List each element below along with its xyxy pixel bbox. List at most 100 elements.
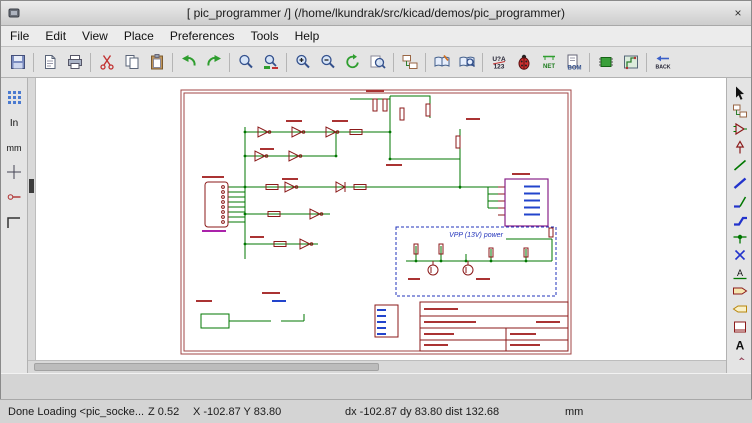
status-zoom: Z 0.52: [148, 406, 179, 418]
place-net-label-tool-button[interactable]: A: [729, 264, 751, 281]
menu-preferences[interactable]: Preferences: [162, 27, 243, 45]
pin-icon: [5, 188, 23, 206]
undo-button[interactable]: [177, 50, 201, 74]
zoom-redraw-button[interactable]: [341, 50, 365, 74]
cursor-tool-button[interactable]: [729, 84, 751, 101]
schematic-canvas[interactable]: VPP (13V) power: [36, 78, 726, 360]
back-label: BACK: [655, 65, 670, 71]
ladybug-icon: [515, 53, 533, 71]
place-bus-tool-button[interactable]: [729, 174, 751, 191]
find-button[interactable]: [234, 50, 258, 74]
undo-arrow-icon: [180, 53, 198, 71]
grid-toggle-button[interactable]: [3, 86, 25, 108]
menu-view[interactable]: View: [74, 27, 116, 45]
toolbar-separator: [589, 53, 590, 72]
units-inch-button[interactable]: In: [3, 111, 25, 133]
library-browser-button[interactable]: [455, 50, 479, 74]
print-button[interactable]: [63, 50, 87, 74]
zoom-fit-button[interactable]: [366, 50, 390, 74]
wire-to-bus-icon: [732, 193, 748, 209]
menu-file[interactable]: File: [2, 27, 37, 45]
menu-tools[interactable]: Tools: [243, 27, 287, 45]
hidden-pins-toggle-button[interactable]: [3, 186, 25, 208]
units-mm-icon: mm: [5, 138, 23, 156]
bom-button[interactable]: BOM: [562, 50, 586, 74]
window-title: [ pic_programmer /] (/home/lkundrak/src/…: [22, 6, 730, 20]
save-schematic-button[interactable]: [6, 50, 30, 74]
wire-to-bus-entry-tool-button[interactable]: [729, 192, 751, 209]
book-magnifier-icon: [458, 53, 476, 71]
junction-icon: [732, 229, 748, 245]
place-global-label-tool-button[interactable]: [729, 282, 751, 299]
annotate-button[interactable]: U?A 123: [487, 50, 511, 74]
copy-icon: [123, 53, 141, 71]
hscroll-right-spacer: [726, 360, 752, 373]
crosshair-icon: [5, 163, 23, 181]
hierarchy-navigator-button[interactable]: [398, 50, 422, 74]
menu-bar: File Edit View Place Preferences Tools H…: [0, 26, 752, 47]
page-settings-button[interactable]: [38, 50, 62, 74]
cursor-shape-toggle-button[interactable]: [3, 161, 25, 183]
copy-button[interactable]: [120, 50, 144, 74]
scissors-icon: [98, 53, 116, 71]
place-hierarchical-label-tool-button[interactable]: [729, 300, 751, 317]
no-connect-icon: [732, 247, 748, 263]
library-editor-button[interactable]: [430, 50, 454, 74]
left-toolbar: In mm: [0, 78, 28, 360]
place-wire-tool-button[interactable]: [729, 156, 751, 173]
place-junction-tool-button[interactable]: [729, 228, 751, 245]
book-pencil-icon: [433, 53, 451, 71]
bus-to-bus-entry-tool-button[interactable]: [729, 210, 751, 227]
netlist-button[interactable]: NET: [537, 50, 561, 74]
toolbar-separator: [482, 53, 483, 72]
hierarchy-sheets-icon: [401, 53, 419, 71]
cut-button[interactable]: [95, 50, 119, 74]
status-message: Done Loading <pic_socke...: [8, 406, 144, 418]
magnifier-icon: [237, 53, 255, 71]
orthogonal-mode-toggle-button[interactable]: [3, 211, 25, 233]
hierarchy-navigator-tool-button[interactable]: [729, 102, 751, 119]
menu-help[interactable]: Help: [287, 27, 328, 45]
hscroll-left-spacer: [0, 360, 28, 373]
paste-button[interactable]: [145, 50, 169, 74]
toolbar-separator: [33, 53, 34, 72]
vertical-scrollbar[interactable]: [28, 78, 36, 360]
right-toolbar: A A: [726, 78, 752, 360]
pcbnew-button[interactable]: [619, 50, 643, 74]
zoom-out-button[interactable]: [316, 50, 340, 74]
cvpcb-button[interactable]: [594, 50, 618, 74]
close-button[interactable]: ×: [730, 5, 746, 21]
toolbar-separator: [286, 53, 287, 72]
vertical-scrollbar-thumb[interactable]: [29, 179, 34, 193]
bom-label: BOM: [567, 66, 581, 72]
menu-edit[interactable]: Edit: [37, 27, 74, 45]
place-no-connect-tool-button[interactable]: [729, 246, 751, 263]
annotate-bottom-label: 123: [493, 64, 504, 71]
redo-button[interactable]: [202, 50, 226, 74]
horizontal-scrollbar[interactable]: [28, 360, 726, 373]
canvas-area[interactable]: VPP (13V) power: [36, 78, 726, 360]
menu-place[interactable]: Place: [116, 27, 162, 45]
zoom-in-button[interactable]: [291, 50, 315, 74]
chip-icon: [597, 53, 615, 71]
title-bar[interactable]: [ pic_programmer /] (/home/lkundrak/src/…: [0, 0, 752, 26]
bom-icon: BOM: [565, 53, 583, 71]
horizontal-scrollbar-thumb[interactable]: [34, 363, 379, 371]
text-tool-letter: A: [735, 338, 744, 352]
place-component-tool-button[interactable]: [729, 120, 751, 137]
zoom-in-icon: [294, 53, 312, 71]
units-mm-button[interactable]: mm: [3, 136, 25, 158]
place-power-port-tool-button[interactable]: [729, 138, 751, 155]
app-icon: [6, 5, 22, 21]
place-text-tool-button[interactable]: A: [729, 336, 751, 353]
wire-icon: [732, 157, 748, 173]
find-replace-button[interactable]: [259, 50, 283, 74]
back-annotate-button[interactable]: BACK: [651, 50, 675, 74]
zoom-out-icon: [319, 53, 337, 71]
toolbar-separator: [172, 53, 173, 72]
bus-icon: [732, 175, 748, 191]
main-toolbar: U?A 123 NET: [0, 47, 752, 78]
place-sheet-tool-button[interactable]: [729, 318, 751, 335]
right-angle-icon: [5, 213, 23, 231]
erc-check-button[interactable]: [512, 50, 536, 74]
